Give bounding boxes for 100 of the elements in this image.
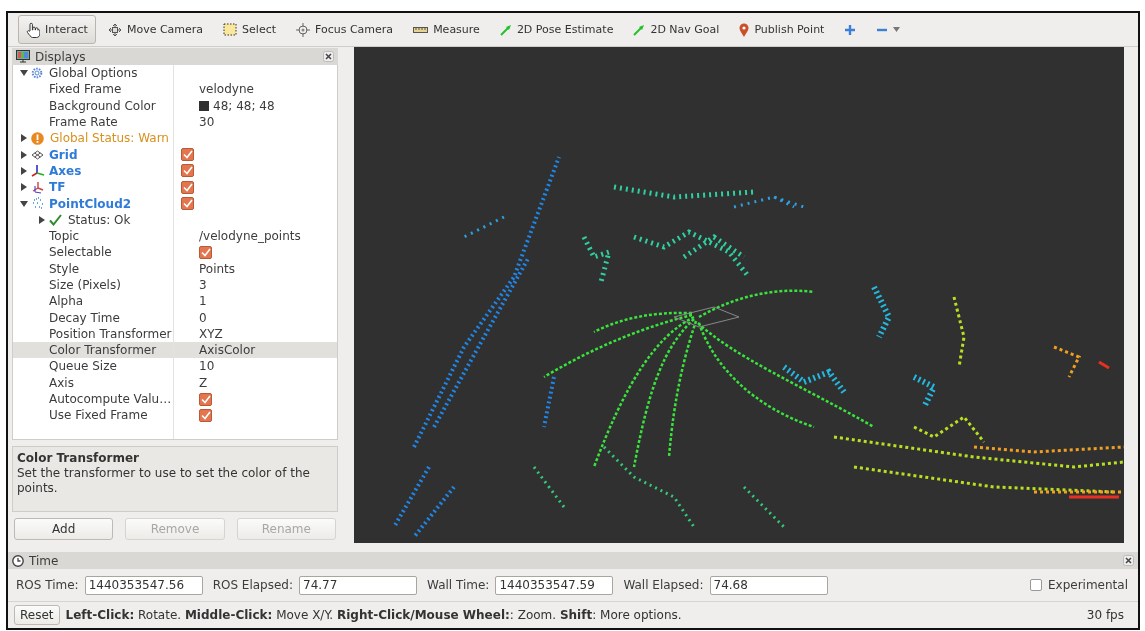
check-icon	[182, 150, 193, 160]
status-text: Global Status: Warn	[50, 130, 169, 147]
checkbox[interactable]	[181, 197, 194, 210]
map-pin-icon	[739, 22, 750, 37]
help-text: Left-Click: Rotate. Middle-Click: Move X/Y. Right-Click/Mouse Wheel:: Zoom. Shift: More options.	[65, 608, 682, 622]
warning-icon	[31, 131, 44, 145]
tree-row[interactable]: Queue Size 10	[13, 358, 337, 375]
checkbox[interactable]	[181, 148, 194, 162]
tool-button[interactable]: Interact	[18, 15, 96, 44]
display-name: Grid	[49, 146, 78, 163]
tool-button[interactable]: Select	[215, 15, 285, 44]
tool-button[interactable]: Focus Camera	[288, 15, 402, 44]
tree-row[interactable]: Decay Time 0	[13, 309, 337, 326]
tree-row[interactable]: Axes	[13, 162, 337, 180]
property-label: Color Transformer	[49, 342, 157, 359]
field-label: ROS Elapsed:	[212, 578, 294, 592]
checkbox[interactable]	[181, 164, 194, 178]
property-value: 30	[199, 114, 215, 131]
selection-box-icon	[223, 23, 238, 36]
tool-button[interactable]: Move Camera	[99, 15, 212, 44]
tree-row[interactable]: Global Options	[13, 65, 337, 82]
arrow-icon	[633, 23, 646, 36]
tree-row[interactable]: Style Points	[13, 260, 337, 277]
tree-row[interactable]: Size (Pixels) 3	[13, 276, 337, 294]
text-field[interactable]: 1440353547.59	[495, 575, 614, 595]
tool-button[interactable]: 2D Nav Goal	[625, 15, 728, 44]
property-label: Axis	[49, 374, 74, 391]
property-value: /velodyne_points	[199, 228, 301, 245]
tree-row[interactable]: Color Transformer AxisColor	[13, 342, 337, 359]
checkbox[interactable]	[199, 408, 212, 422]
tool-button[interactable]: 2D Pose Estimate	[491, 15, 622, 44]
property-value: 10	[199, 358, 215, 375]
plus-icon	[844, 23, 857, 36]
property-label: Size (Pixels)	[49, 277, 121, 293]
property-label: Background Color	[49, 97, 156, 114]
property-value: AxisColor	[199, 342, 256, 359]
tree-row[interactable]: Frame Rate 30	[13, 113, 337, 131]
check-icon	[49, 213, 62, 226]
tree-row[interactable]: Selectable	[13, 244, 337, 261]
axes-icon	[31, 164, 45, 178]
ruler-icon	[413, 25, 429, 34]
tree-row[interactable]: Autocompute Valu…	[13, 390, 337, 408]
property-label: Global Options	[49, 65, 138, 82]
check-icon	[200, 394, 211, 404]
checkbox[interactable]	[181, 180, 194, 194]
grid-icon	[31, 149, 44, 160]
action-button[interactable]: Add	[14, 518, 114, 540]
tree-row[interactable]: Grid	[13, 146, 337, 163]
tree-row[interactable]: Use Fixed Frame	[13, 407, 337, 424]
arrow-icon	[499, 23, 512, 36]
property-label: Fixed Frame	[49, 81, 122, 98]
field-label: Wall Elapsed:	[623, 578, 704, 592]
tool-button[interactable]: Publish Point	[731, 15, 833, 44]
gear-icon	[31, 67, 43, 80]
check-icon	[200, 410, 211, 420]
property-value: Points	[199, 260, 236, 277]
tree-row[interactable]: Axis Z	[13, 374, 337, 391]
property-label: Alpha	[49, 293, 84, 310]
property-label: Selectable	[49, 244, 112, 261]
reset-button[interactable]: Reset	[14, 605, 60, 625]
checkbox[interactable]	[1029, 579, 1042, 591]
close-icon	[1123, 555, 1134, 566]
display-name: TF	[49, 179, 66, 196]
property-label: Frame Rate	[49, 114, 118, 131]
panel-title: Displays	[35, 49, 87, 64]
close-icon	[323, 51, 334, 62]
checkbox[interactable]	[199, 245, 212, 259]
tree-row[interactable]: Status: Ok	[13, 211, 337, 228]
property-value: velodyne	[199, 81, 254, 98]
property-label: Decay Time	[49, 309, 120, 326]
tree-row[interactable]: Fixed Frame velodyne	[13, 81, 337, 98]
text-field[interactable]: 74.68	[709, 575, 828, 595]
checkbox-label: Experimental	[1047, 578, 1128, 592]
hand-pointer-icon	[26, 21, 40, 38]
checkbox[interactable]	[199, 392, 212, 406]
tree-row[interactable]: Topic /velodyne_points	[13, 227, 337, 245]
tree-row[interactable]: Position Transformer XYZ	[13, 325, 337, 343]
tree-row[interactable]: Alpha 1	[13, 293, 337, 310]
check-icon	[200, 247, 211, 257]
crosshair-icon	[296, 22, 311, 37]
clock-icon	[12, 554, 24, 567]
display-name: PointCloud2	[49, 195, 132, 212]
property-value: 3	[199, 277, 207, 293]
move-arrows-icon	[107, 22, 122, 37]
text-field[interactable]: 74.77	[299, 575, 418, 595]
tree-row[interactable]: Background Color 48; 48; 48	[13, 97, 337, 114]
check-icon	[182, 199, 193, 208]
tool-button[interactable]: Measure	[405, 15, 488, 44]
text-field[interactable]: 1440353547.56	[84, 575, 203, 595]
property-value: 0	[199, 309, 207, 326]
field-label: ROS Time:	[16, 578, 79, 592]
property-value: Z	[199, 374, 208, 391]
tree-row[interactable]: TF	[13, 179, 337, 196]
tree-row[interactable]: PointCloud2	[13, 195, 337, 212]
property-label: Style	[49, 260, 80, 277]
check-icon	[182, 182, 193, 192]
fps-counter: 30 fps	[1086, 608, 1124, 622]
point-cloud-icon	[31, 197, 44, 210]
property-label: Autocompute Valu…	[49, 391, 172, 408]
panel-title: Time	[29, 553, 59, 568]
